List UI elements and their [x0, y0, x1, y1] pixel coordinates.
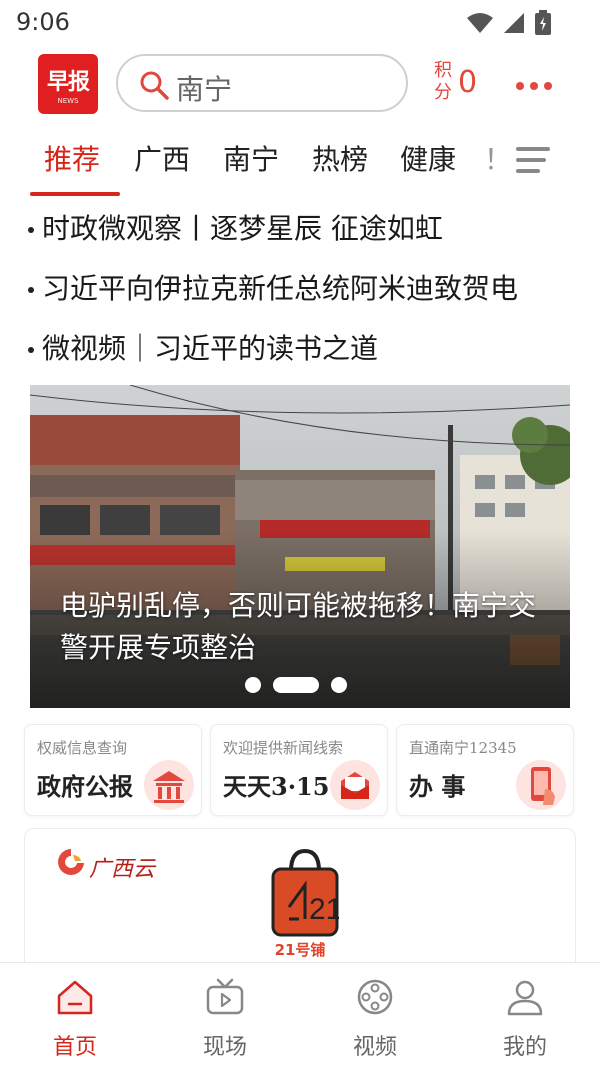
banner-carousel[interactable]: 电驴别乱停，否则可能被拖移！南宁交警开展专项整治	[30, 385, 570, 708]
carousel-dot-active[interactable]	[273, 677, 319, 693]
search-icon	[140, 71, 169, 100]
channel-tabs: 推荐 广西 南宁 热榜 健康 ！	[0, 130, 600, 198]
carousel-indicator	[245, 677, 347, 693]
tab-hot[interactable]: 热榜	[312, 138, 368, 178]
headline-item[interactable]: 习近平向伊拉克新任总统阿米迪致贺电	[28, 264, 518, 324]
active-tab-indicator	[30, 192, 120, 196]
status-time: 9:06	[16, 8, 70, 36]
status-bar: 9:06	[0, 0, 600, 44]
carousel-dot[interactable]	[331, 677, 347, 693]
app-logo: 早报 NEWS	[38, 54, 98, 114]
wifi-icon	[467, 13, 493, 33]
shop-bag-icon[interactable]: 21	[271, 849, 339, 939]
points-label: 积分	[434, 60, 452, 103]
guangxi-cloud-label: 广西云	[89, 857, 156, 882]
nav-live[interactable]: 现场	[175, 977, 275, 1061]
search-input[interactable]: 南宁	[116, 54, 408, 112]
user-icon	[507, 980, 543, 1016]
tab-guangxi[interactable]: 广西	[134, 138, 190, 178]
nav-video[interactable]: 视频	[325, 977, 425, 1061]
phone-hand-icon	[516, 760, 566, 810]
service-cards: 权威信息查询 政府公报 欢迎提供新闻线索 天天3·15 直通南宁12345 办 …	[24, 724, 576, 816]
tab-recommend[interactable]: 推荐	[44, 138, 100, 178]
service-card-consumer-tips[interactable]: 欢迎提供新闻线索 天天3·15	[210, 724, 388, 816]
search-placeholder: 南宁	[176, 73, 233, 106]
bottom-nav: 首页 现场 视频 我的	[0, 962, 600, 1066]
battery-icon	[535, 10, 551, 35]
shop-label: 21号铺	[274, 941, 326, 959]
channel-menu-icon[interactable]	[516, 146, 550, 174]
signal-icon	[504, 13, 524, 33]
partner-section: 广西云 21 21号铺	[24, 828, 576, 978]
headline-item[interactable]: 时政微观察丨逐梦星辰 征途如虹	[28, 204, 518, 264]
service-card-gov-bulletin[interactable]: 权威信息查询 政府公报	[24, 724, 202, 816]
guangxi-cloud-logo-icon	[58, 849, 84, 875]
points-value: 0	[458, 64, 478, 100]
tab-nanning[interactable]: 南宁	[223, 138, 279, 178]
nav-profile[interactable]: 我的	[475, 977, 575, 1061]
government-building-icon	[144, 760, 194, 810]
headline-list: 时政微观察丨逐梦星辰 征途如虹 习近平向伊拉克新任总统阿米迪致贺电 微视频｜习近…	[28, 204, 518, 384]
nav-home[interactable]: 首页	[25, 977, 125, 1061]
headline-item[interactable]: 微视频｜习近平的读书之道	[28, 324, 518, 384]
tv-icon	[206, 978, 244, 1015]
app-header: 早报 NEWS 南宁 积分 0	[0, 48, 600, 118]
service-card-hotline[interactable]: 直通南宁12345 办 事	[396, 724, 574, 816]
banner-caption: 电驴别乱停，否则可能被拖移！南宁交警开展专项整治	[60, 589, 537, 664]
more-icon[interactable]	[516, 82, 552, 90]
film-reel-icon	[357, 979, 393, 1015]
points-display[interactable]: 积分 0	[434, 60, 477, 104]
home-icon	[57, 980, 93, 1015]
shop-number: 21	[309, 893, 339, 926]
tab-health[interactable]: 健康	[400, 138, 456, 178]
mail-envelope-icon	[330, 760, 380, 810]
carousel-dot[interactable]	[245, 677, 261, 693]
